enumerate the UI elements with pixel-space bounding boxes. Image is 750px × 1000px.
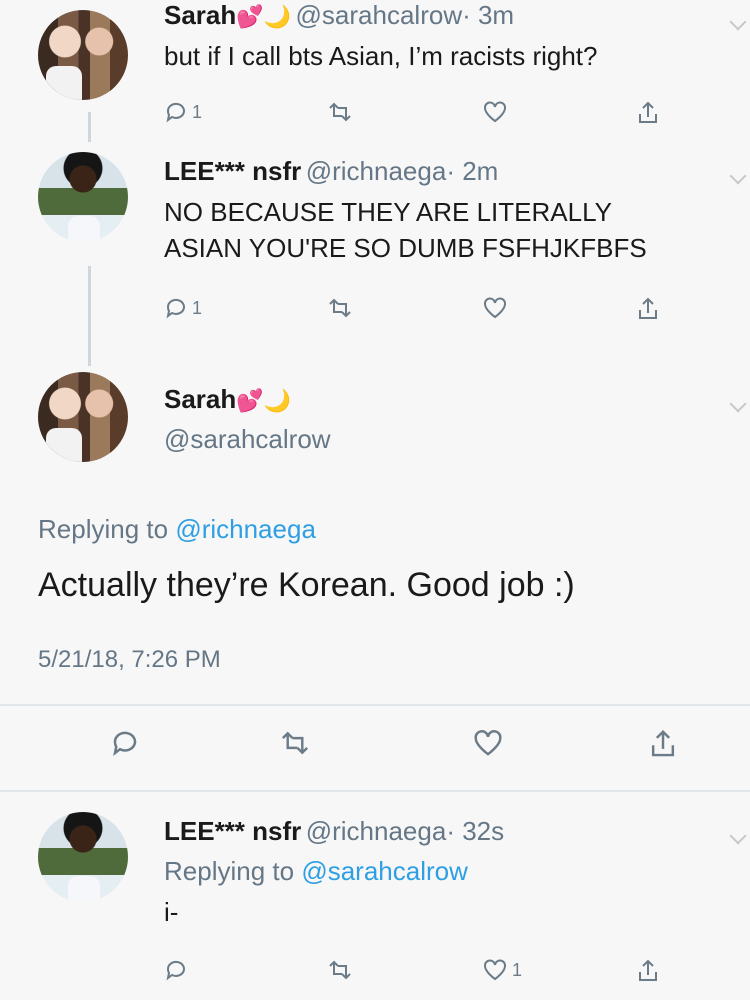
retweet-button[interactable] xyxy=(326,100,354,124)
share-button[interactable] xyxy=(648,728,678,760)
display-name[interactable]: Sarah xyxy=(164,0,236,30)
share-icon xyxy=(639,959,657,981)
chevron-down-icon[interactable] xyxy=(729,827,747,845)
display-name[interactable]: LEE*** nsfr xyxy=(164,816,301,846)
tweet-header: Sarah💕🌙 @sarahcalrow· 3m xyxy=(164,0,514,31)
reply-count: 1 xyxy=(192,297,203,318)
share-button[interactable] xyxy=(636,296,660,322)
tweet-text-line: ASIAN YOU'RE SO DUMB FSFHJKFBFS xyxy=(164,233,647,263)
retweet-button[interactable] xyxy=(326,296,354,320)
display-name[interactable]: Sarah xyxy=(164,384,236,414)
tweet-actions xyxy=(110,728,675,762)
time-ago: · 3m xyxy=(462,0,515,30)
heart-icon xyxy=(484,959,506,981)
divider xyxy=(0,704,750,706)
handle[interactable]: @richnaega xyxy=(306,156,447,186)
tweet-text: but if I call bts Asian, I’m racists rig… xyxy=(164,41,598,71)
time-ago: · 32s xyxy=(446,816,505,846)
tweet-text: NO BECAUSE THEY ARE LITERALLY ASIAN YOU'… xyxy=(164,194,647,266)
retweet-button[interactable] xyxy=(278,728,312,758)
like-button[interactable] xyxy=(482,100,508,124)
moon-emoji: 🌙 xyxy=(263,388,292,413)
time-ago: · 2m xyxy=(446,156,499,186)
thread-line xyxy=(88,112,91,142)
reply-button[interactable] xyxy=(110,728,140,758)
replying-to: Replying to @richnaega xyxy=(38,514,316,545)
retweet-icon xyxy=(281,731,309,755)
heart-emoji: 💕 xyxy=(236,388,264,413)
share-icon xyxy=(651,729,675,757)
tweet-actions: 1 xyxy=(164,296,684,330)
avatar[interactable] xyxy=(38,812,128,902)
reply-button[interactable]: 1 xyxy=(164,100,202,124)
reply-icon xyxy=(113,731,137,756)
reply-count: 1 xyxy=(192,101,203,122)
like-button[interactable] xyxy=(472,728,504,758)
retweet-icon xyxy=(329,960,351,980)
replying-to-link[interactable]: @richnaega xyxy=(175,514,316,544)
display-name[interactable]: LEE*** nsfr xyxy=(164,156,301,186)
avatar[interactable] xyxy=(38,152,128,242)
heart-icon xyxy=(484,101,506,123)
display-name-row: Sarah💕🌙 xyxy=(164,384,291,415)
replying-to-link[interactable]: @sarahcalrow xyxy=(301,856,468,886)
tweet-actions: 1 xyxy=(164,100,684,134)
replying-to-label: Replying to xyxy=(164,856,302,886)
reply-button[interactable]: 1 xyxy=(164,296,202,320)
share-icon xyxy=(639,297,657,319)
moon-emoji: 🌙 xyxy=(263,4,292,29)
tweet-text-line: NO BECAUSE THEY ARE LITERALLY xyxy=(164,197,612,227)
retweet-icon xyxy=(329,298,351,318)
reply-icon xyxy=(166,298,185,319)
reply-icon xyxy=(166,960,185,981)
chevron-down-icon[interactable] xyxy=(729,13,747,31)
reply-icon xyxy=(166,102,185,123)
share-button[interactable] xyxy=(636,958,660,984)
like-count: 1 xyxy=(512,959,523,980)
replying-to: Replying to @sarahcalrow xyxy=(164,856,468,887)
like-button[interactable] xyxy=(482,296,508,320)
retweet-button[interactable] xyxy=(326,958,354,982)
heart-icon xyxy=(484,297,506,319)
tweet-text: i- xyxy=(164,897,179,927)
reply-button[interactable] xyxy=(164,958,188,982)
share-icon xyxy=(639,101,657,123)
tweet-text: Actually they’re Korean. Good job :) xyxy=(38,566,575,604)
retweet-icon xyxy=(329,102,351,122)
tweet-header: LEE*** nsfr @richnaega· 32s xyxy=(164,816,504,847)
replying-to-label: Replying to xyxy=(38,514,176,544)
chevron-down-icon[interactable] xyxy=(729,395,747,413)
heart-emoji: 💕 xyxy=(236,4,264,29)
heart-icon xyxy=(474,730,502,756)
handle[interactable]: @richnaega xyxy=(306,816,447,846)
avatar[interactable] xyxy=(38,10,128,100)
chevron-down-icon[interactable] xyxy=(729,167,747,185)
thread-line xyxy=(88,266,91,366)
like-button[interactable]: 1 xyxy=(482,958,522,982)
tweet-header: LEE*** nsfr @richnaega· 2m xyxy=(164,156,498,187)
divider xyxy=(0,790,750,792)
handle[interactable]: @sarahcalrow xyxy=(164,424,331,455)
avatar[interactable] xyxy=(38,372,128,462)
timestamp[interactable]: 5/21/18, 7:26 PM xyxy=(38,646,221,674)
tweet-actions: 1 xyxy=(164,958,684,992)
handle[interactable]: @sarahcalrow xyxy=(296,0,463,30)
share-button[interactable] xyxy=(636,100,660,126)
